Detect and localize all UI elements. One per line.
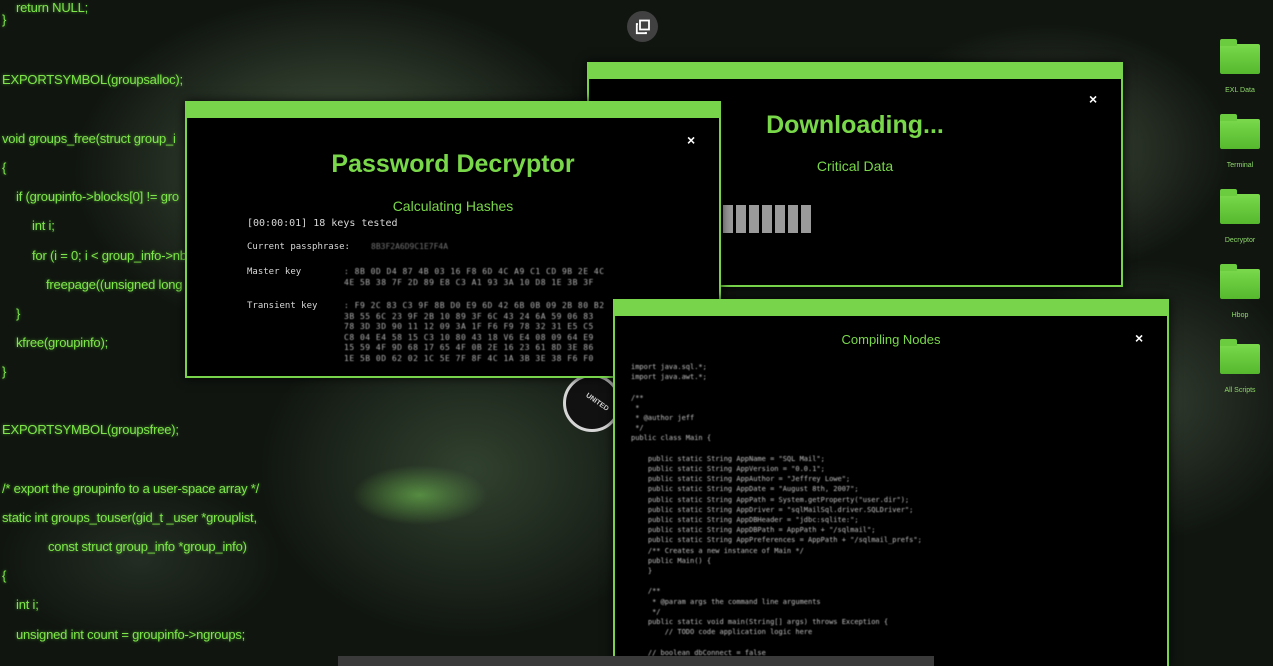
- desktop-icon-label: All Scripts: [1224, 387, 1256, 394]
- horizontal-scrollbar[interactable]: [338, 656, 934, 666]
- code-line: }: [2, 12, 7, 27]
- code-line: if (groupinfo->blocks[0] != gro: [16, 189, 179, 204]
- popout-button[interactable]: [627, 11, 658, 42]
- master-key-label: Master key: [247, 267, 302, 277]
- hex-row: 4E 5B 38 7F 2D 89 E8 C3 A1 93 3A 10 D8 1…: [344, 277, 594, 287]
- desktop-icon-label: Terminal: [1226, 162, 1254, 169]
- code-line: *: [635, 403, 640, 412]
- code-line: /* export the groupinfo to a user-space …: [2, 481, 260, 496]
- desktop-icon-label: Decryptor: [1224, 237, 1256, 244]
- seal-text: UNITED: [584, 392, 610, 413]
- code-line: EXPORTSYMBOL(groupsalloc);: [2, 72, 183, 87]
- window-subtitle: Calculating Hashes: [392, 198, 514, 214]
- code-line: int i;: [32, 218, 55, 233]
- code-line: public static String AppDBHeader = "jdbc…: [647, 516, 859, 525]
- code-line: /** Creates a new instance of Main */: [647, 546, 804, 555]
- code-line: const struct group_info *group_info): [48, 539, 247, 554]
- progress-block: [736, 205, 746, 233]
- java-code-block: import java.sql.*; import java.awt.*; /*…: [631, 362, 922, 658]
- progress-block: [788, 205, 798, 233]
- code-line: /**: [647, 587, 661, 596]
- popout-icon: [635, 19, 650, 34]
- code-line: public static String AppAuthor = "Jeffre…: [647, 475, 851, 484]
- hex-row: 15 59 4F 9D 68 17 65 4F 0B 2E 16 23 61 8…: [344, 343, 594, 352]
- window-title: Compiling Nodes: [841, 332, 941, 347]
- desktop-icon-exl-data[interactable]: EXL Data: [1208, 39, 1272, 108]
- transient-key-label: Transient key: [247, 301, 318, 311]
- code-line: public static String AppVersion = "0.0.1…: [647, 465, 825, 474]
- master-key-values: : 8B 0D D4 87 4B 03 16 F8 6D 4C A9 C1 CD…: [344, 267, 605, 288]
- passphrase-label: Current passphrase:: [247, 242, 350, 252]
- code-line: int i;: [16, 597, 39, 612]
- transient-key-values: : F9 2C 83 C3 9F 8B D0 E9 6D 42 6B 0B 09…: [344, 301, 605, 364]
- window-title: Password Decryptor: [331, 150, 575, 178]
- passphrase-value: 8B3F2A6D9C1E7F4A: [371, 242, 449, 251]
- code-line: public static String AppName = "SQL Mail…: [647, 454, 825, 463]
- code-line: import java.awt.*;: [631, 373, 707, 382]
- code-line: public static String AppPath = System.ge…: [647, 495, 910, 504]
- desktop-icon-terminal[interactable]: Terminal: [1208, 114, 1272, 183]
- hex-row: : F9 2C 83 C3 9F 8B D0 E9 6D 42 6B 0B 09…: [344, 301, 605, 310]
- code-line: void groups_free(struct group_i: [2, 131, 176, 146]
- code-line: public static String AppDate = "August 8…: [647, 485, 859, 494]
- code-line: /**: [631, 393, 644, 402]
- code-line: }: [2, 364, 7, 379]
- folder-icon: [1220, 114, 1260, 149]
- code-line: {: [2, 160, 7, 175]
- code-line: public static void main(String[] args) t…: [647, 618, 889, 627]
- code-line: kfree(groupinfo);: [16, 335, 108, 350]
- code-line: unsigned int count = groupinfo->ngroups;: [16, 627, 246, 642]
- hex-row: : 8B 0D D4 87 4B 03 16 F8 6D 4C A9 C1 CD…: [344, 267, 605, 276]
- code-line: */: [635, 424, 644, 433]
- download-progress-bar: [710, 205, 814, 233]
- folder-icon: [1220, 264, 1260, 299]
- hex-row: 78 3D 3D 90 11 12 09 3A 1F F6 F9 78 32 3…: [344, 322, 594, 331]
- code-line: public static String AppPreferences = Ap…: [647, 536, 922, 545]
- code-line: for (i = 0; i < group_info->nb: [32, 248, 187, 263]
- code-line: static int groups_touser(gid_t _user *gr…: [2, 510, 257, 525]
- code-line: }: [647, 567, 653, 576]
- hex-row: 3B 55 6C 23 9F 2B 10 89 3F 6C 43 24 6A 5…: [344, 311, 594, 321]
- code-line: */: [652, 607, 661, 616]
- code-line: return NULL;: [16, 0, 89, 15]
- folder-icon: [1220, 339, 1260, 374]
- progress-block: [762, 205, 772, 233]
- code-line: public static String AppDriver = "sqlMai…: [647, 505, 914, 514]
- progress-block: [749, 205, 759, 233]
- status-line: [00:00:01] 18 keys tested: [247, 218, 398, 229]
- code-line: * @author jeff: [635, 414, 695, 423]
- progress-block: [801, 205, 811, 233]
- code-line: import java.sql.*;: [631, 363, 707, 371]
- desktop-icon-decryptor[interactable]: Decryptor: [1208, 189, 1272, 258]
- code-line: // TODO code application logic here: [664, 628, 813, 637]
- progress-block: [775, 205, 785, 233]
- desktop-icon-label: EXL Data: [1225, 87, 1255, 94]
- code-line: freepage((unsigned long: [46, 277, 183, 292]
- close-button[interactable]: ×: [687, 133, 695, 147]
- desktop-icon-hbop[interactable]: Hbop: [1208, 264, 1272, 333]
- code-line: public class Main {: [631, 434, 712, 443]
- folder-icon: [1220, 189, 1260, 224]
- code-line: EXPORTSYMBOL(groupsfree);: [2, 422, 179, 437]
- code-line: public Main() {: [647, 556, 712, 565]
- close-button[interactable]: ×: [1089, 92, 1097, 106]
- desktop-icon-label: Hbop: [1231, 312, 1249, 319]
- code-line: public static String AppDBPath = AppPath…: [647, 526, 876, 535]
- hex-row: 1E 5B 0D 62 02 1C 5E 7F 8F 4C 1A 3B 3E 3…: [344, 353, 594, 363]
- code-line: {: [2, 568, 7, 583]
- progress-block: [723, 205, 733, 233]
- code-line: * @param args the command line arguments: [652, 597, 821, 606]
- code-line: }: [16, 306, 21, 321]
- hex-row: C8 04 E4 58 15 C3 10 80 43 18 V6 E4 08 0…: [344, 332, 594, 342]
- folder-icon: [1220, 39, 1260, 74]
- compiling-nodes-window[interactable]: × Compiling Nodes import java.sql.*; imp…: [613, 299, 1169, 666]
- desktop-icon-all-scripts[interactable]: All Scripts: [1208, 339, 1272, 408]
